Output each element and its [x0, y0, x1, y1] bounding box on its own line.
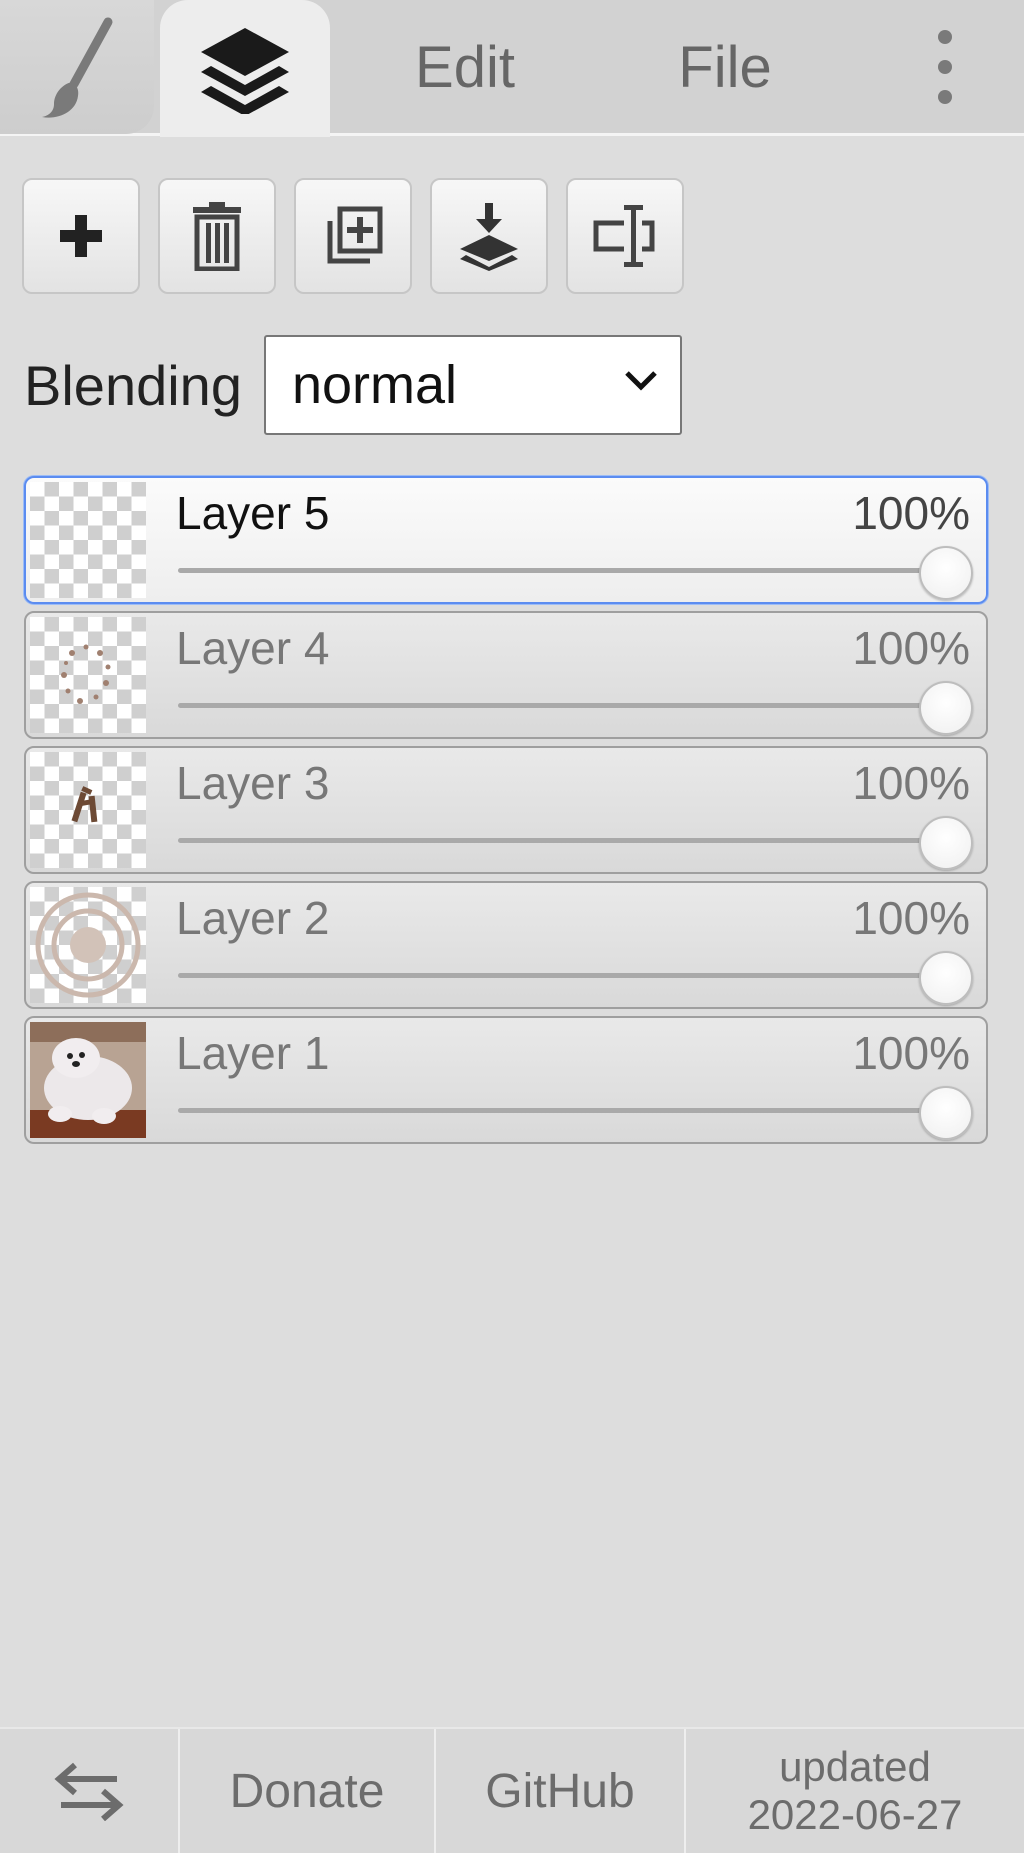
layer-row[interactable]: Layer 4 100%	[24, 611, 988, 739]
tab-brush[interactable]	[0, 0, 154, 134]
layer-name: Layer 5	[176, 487, 330, 539]
duplicate-icon	[327, 206, 383, 264]
swap-side-button[interactable]	[0, 1729, 178, 1853]
updated-label: updated	[779, 1743, 931, 1790]
plus-icon	[60, 215, 102, 257]
layer-row[interactable]: Layer 1 100%	[24, 1016, 988, 1144]
opacity-slider-handle[interactable]	[919, 951, 973, 1005]
layer-thumbnail	[30, 752, 146, 868]
duplicate-layer-button[interactable]	[294, 178, 412, 294]
donate-link[interactable]: Donate	[180, 1729, 434, 1853]
layer-thumbnail	[30, 887, 146, 1003]
layer-row[interactable]: Layer 5 100%	[24, 476, 988, 604]
layers-icon	[201, 27, 289, 114]
layer-name: Layer 1	[176, 1027, 330, 1079]
tab-file[interactable]: File	[640, 0, 810, 134]
layer-opacity-label: 100%	[852, 757, 970, 809]
blending-label: Blending	[24, 353, 242, 417]
layer-opacity-label: 100%	[852, 487, 970, 539]
updated-info[interactable]: updated 2022-06-27	[686, 1729, 1024, 1853]
more-vertical-icon	[938, 30, 952, 104]
footer-bar: Donate GitHub updated 2022-06-27	[0, 1727, 1024, 1853]
chevron-down-icon	[625, 371, 657, 391]
add-layer-button[interactable]	[22, 178, 140, 294]
rename-layer-button[interactable]	[566, 178, 684, 294]
rename-icon	[593, 205, 655, 267]
opacity-slider-track[interactable]	[178, 568, 946, 573]
blending-row: Blending normal	[24, 335, 682, 435]
github-link[interactable]: GitHub	[436, 1729, 684, 1853]
opacity-slider-track[interactable]	[178, 1108, 946, 1113]
opacity-slider-handle[interactable]	[919, 816, 973, 870]
layer-opacity-label: 100%	[852, 892, 970, 944]
tab-bar: Edit File	[0, 0, 1024, 137]
layer-row[interactable]: Layer 3 100%	[24, 746, 988, 874]
layer-toolbar	[22, 178, 684, 294]
opacity-slider-handle[interactable]	[919, 1086, 973, 1140]
trash-icon	[193, 202, 241, 271]
layers-list: Layer 5 100% Layer 4 100% Layer 3 100% L…	[24, 476, 988, 1151]
layer-name: Layer 3	[176, 757, 330, 809]
merge-down-icon	[460, 203, 518, 271]
swap-arrows-icon	[54, 1762, 124, 1821]
layer-opacity-label: 100%	[852, 1027, 970, 1079]
layer-thumbnail	[30, 482, 146, 598]
layer-thumbnail	[30, 617, 146, 733]
more-menu-button[interactable]	[900, 0, 990, 134]
layer-opacity-label: 100%	[852, 622, 970, 674]
blending-select[interactable]: normal	[263, 335, 682, 435]
opacity-slider-track[interactable]	[178, 703, 946, 708]
layer-thumbnail	[30, 1022, 146, 1138]
blending-value: normal	[291, 355, 458, 415]
layer-row[interactable]: Layer 2 100%	[24, 881, 988, 1009]
updated-date: 2022-06-27	[747, 1791, 963, 1838]
delete-layer-button[interactable]	[158, 178, 276, 294]
layer-name: Layer 2	[176, 892, 330, 944]
opacity-slider-track[interactable]	[178, 973, 946, 978]
merge-down-button[interactable]	[430, 178, 548, 294]
layer-name: Layer 4	[176, 622, 330, 674]
tab-edit[interactable]: Edit	[380, 0, 550, 134]
opacity-slider-track[interactable]	[178, 838, 946, 843]
brush-icon	[42, 17, 113, 118]
opacity-slider-handle[interactable]	[919, 546, 973, 600]
tab-layers[interactable]	[160, 0, 330, 137]
opacity-slider-handle[interactable]	[919, 681, 973, 735]
